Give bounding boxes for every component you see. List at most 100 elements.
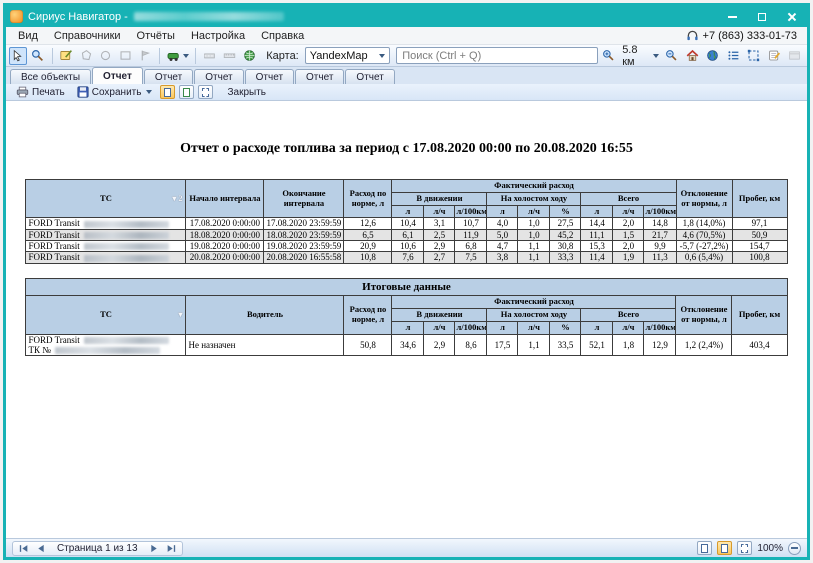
- table-cell: 11,1: [581, 229, 613, 240]
- col-header-start[interactable]: Начало интервала: [186, 180, 264, 218]
- zoom-out-slider-button[interactable]: [788, 542, 801, 555]
- zoom-out-icon: [665, 49, 678, 62]
- tab-6[interactable]: Отчет: [345, 69, 394, 84]
- col-header-end[interactable]: Окончание интервала: [264, 180, 344, 218]
- map-scale-dropdown[interactable]: 5.8 км: [620, 44, 660, 68]
- vehicles-button[interactable]: [165, 47, 190, 65]
- col-header-fact: Фактический расход: [392, 180, 676, 193]
- tab-3[interactable]: Отчет: [194, 69, 243, 84]
- scale-dropdown-arrow: [653, 54, 659, 58]
- first-page-button[interactable]: [17, 542, 31, 554]
- table-cell: 100,8: [732, 252, 787, 263]
- tab-2[interactable]: Отчет: [144, 69, 193, 84]
- vehicle-name: FORD Transit: [28, 230, 79, 240]
- table-cell: 10,6: [392, 240, 424, 251]
- vehicle-name: FORD Transit: [28, 335, 183, 345]
- col-header-tc[interactable]: ТС ▾ 2: [26, 180, 186, 218]
- globe-button[interactable]: [704, 47, 722, 65]
- view-actual-size-button[interactable]: [160, 85, 175, 99]
- combo-dropdown-arrow: [379, 54, 385, 58]
- page-actual-icon: [164, 88, 171, 97]
- table-cell: 4,6 (70,5%): [676, 229, 732, 240]
- table-cell: -5,7 (-27,2%): [676, 240, 732, 251]
- view-page-layout-icon: [721, 544, 728, 553]
- col-header-idle: На холостом ходу: [487, 192, 581, 205]
- fuel-summary-table: Итоговые данные ТС ▾ Водитель Расход по …: [25, 278, 787, 357]
- table-cell: FORD Transit: [26, 218, 186, 229]
- zoom-in-button[interactable]: [600, 47, 618, 65]
- legend-list-icon: [727, 49, 740, 62]
- ruler-tool-icon: [223, 49, 236, 62]
- table-cell: 3,1: [424, 218, 455, 229]
- legend-list-button[interactable]: [724, 47, 742, 65]
- table-cell: 21,7: [644, 229, 676, 240]
- menu-spravochniki[interactable]: Справочники: [46, 27, 129, 44]
- minimize-button[interactable]: [717, 6, 747, 27]
- close-button[interactable]: [777, 6, 807, 27]
- zoom-out-button[interactable]: [663, 47, 681, 65]
- table-cell: 20,9: [344, 240, 392, 251]
- zoom-search-button[interactable]: [29, 47, 47, 65]
- map-provider-combobox[interactable]: YandexMap: [305, 47, 390, 64]
- view-thumbnails-button[interactable]: [737, 541, 752, 555]
- fuel-table-row: FORD Transit17.08.2020 0:00:0017.08.2020…: [26, 218, 787, 229]
- minimize-icon: [728, 16, 737, 18]
- maximize-button[interactable]: [747, 6, 777, 27]
- next-page-button[interactable]: [147, 542, 161, 554]
- table-cell: 33,5: [550, 334, 581, 356]
- app-window: Сириус Навигатор - Вид Справочники Отчёт…: [3, 3, 810, 560]
- col-header-tc2[interactable]: ТС ▾: [26, 296, 186, 334]
- pan-hand-button[interactable]: [9, 47, 27, 65]
- table-cell: 1,8: [613, 334, 644, 356]
- map-provider-value: YandexMap: [310, 50, 368, 62]
- tab-1-active[interactable]: Отчет: [92, 67, 143, 84]
- table-cell: 403,4: [732, 334, 787, 356]
- menu-spravka[interactable]: Справка: [253, 27, 312, 44]
- notes-button[interactable]: [765, 47, 783, 65]
- rect-tool-button: [117, 47, 135, 65]
- print-button[interactable]: Печать: [12, 85, 69, 100]
- sort-indicator: ▾ 2: [172, 194, 182, 203]
- save-icon: [77, 86, 89, 98]
- table-cell: 2,7: [424, 252, 455, 263]
- menu-vid[interactable]: Вид: [10, 27, 46, 44]
- table-cell: 14,4: [581, 218, 613, 229]
- tab-bar: Все объектыОтчетОтчетОтчетОтчетОтчетОтче…: [6, 67, 807, 84]
- status-bar: Страница 1 из 13 100%: [6, 538, 807, 557]
- table-cell: 2,0: [613, 240, 644, 251]
- fuel-table-row: FORD Transit19.08.2020 0:00:0019.08.2020…: [26, 240, 787, 251]
- menu-otchety[interactable]: Отчёты: [129, 27, 183, 44]
- tab-4[interactable]: Отчет: [245, 69, 294, 84]
- tab-5[interactable]: Отчет: [295, 69, 344, 84]
- table-cell: FORD TransitТК №: [26, 334, 186, 356]
- table-cell: 1,1: [518, 240, 550, 251]
- selection-frame-icon: [747, 49, 760, 62]
- search-input[interactable]: [396, 47, 597, 64]
- save-button[interactable]: Сохранить: [73, 85, 157, 100]
- last-page-button[interactable]: [164, 542, 178, 554]
- home-icon: [686, 49, 699, 62]
- menu-nastroyka[interactable]: Настройка: [183, 27, 253, 44]
- selection-frame-button[interactable]: [745, 47, 763, 65]
- view-normal-button[interactable]: [697, 541, 712, 555]
- close-report-button[interactable]: Закрыть: [223, 85, 270, 100]
- layers-globe-button[interactable]: [240, 47, 258, 65]
- table-cell: 45,2: [550, 229, 581, 240]
- view-page-layout-button[interactable]: [717, 541, 732, 555]
- col-header-norm2: Расход по норме, л: [344, 296, 392, 334]
- table-cell: 14,8: [644, 218, 676, 229]
- prev-page-button[interactable]: [34, 542, 48, 554]
- fuel-table-row: FORD Transit18.08.2020 0:00:0018.08.2020…: [26, 229, 787, 240]
- view-fit-page-button[interactable]: [198, 85, 213, 99]
- vehicles-icon: [167, 50, 181, 62]
- report-viewer: Отчет о расходе топлива за период с 17.0…: [6, 101, 807, 538]
- map-draw-button[interactable]: [57, 47, 75, 65]
- table-cell: 12,6: [344, 218, 392, 229]
- tab-0[interactable]: Все объекты: [10, 69, 91, 84]
- table-cell: 17.08.2020 0:00:00: [186, 218, 264, 229]
- zoom-in-icon: [602, 49, 615, 62]
- home-button[interactable]: [683, 47, 701, 65]
- view-single-page-button[interactable]: [179, 85, 194, 99]
- col-header-mileage: Пробег, км: [732, 180, 787, 218]
- support-phone: +7 (863) 333-01-73: [703, 30, 797, 42]
